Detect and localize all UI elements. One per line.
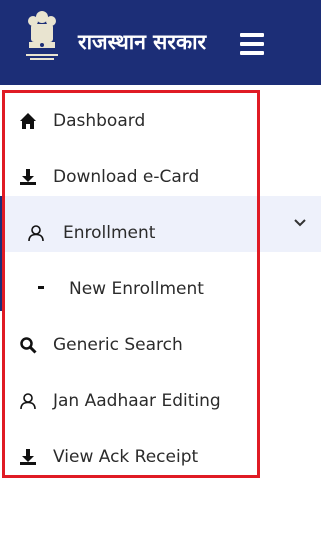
sidebar-item-label: Jan Aadhaar Editing (53, 391, 221, 411)
sidebar-item-label: Enrollment (63, 223, 156, 243)
sidebar-item-enrollment[interactable]: Enrollment (5, 205, 257, 261)
sidebar-item-download-ecard[interactable]: Download e-Card (5, 149, 257, 205)
app-title: राजस्थान सरकार (78, 30, 207, 54)
sidebar-menu: Dashboard Download e-Card Enrollment New… (2, 90, 260, 478)
sidebar-item-label: Download e-Card (53, 167, 200, 187)
sidebar-item-label: New Enrollment (69, 279, 204, 299)
search-icon (20, 337, 37, 354)
sidebar-item-jan-aadhaar-editing[interactable]: Jan Aadhaar Editing (5, 373, 257, 429)
chevron-down-icon[interactable] (293, 218, 307, 228)
sidebar-item-label: Generic Search (53, 335, 183, 355)
download-icon (20, 169, 36, 185)
user-icon (28, 225, 44, 242)
sidebar-subitem-new-enrollment[interactable]: New Enrollment (5, 261, 257, 317)
dash-icon (38, 286, 44, 289)
home-icon (20, 113, 36, 129)
sidebar-item-view-ack-receipt[interactable]: View Ack Receipt (5, 429, 257, 485)
sidebar-item-label: Dashboard (53, 111, 146, 131)
download-icon (20, 449, 36, 465)
sidebar-item-generic-search[interactable]: Generic Search (5, 317, 257, 373)
state-emblem-icon (26, 11, 58, 60)
app-header: राजस्थान सरकार (0, 0, 321, 85)
hamburger-menu-icon[interactable] (238, 33, 266, 55)
sidebar-item-dashboard[interactable]: Dashboard (5, 93, 257, 149)
user-icon (20, 393, 36, 410)
sidebar-item-label: View Ack Receipt (53, 447, 199, 467)
